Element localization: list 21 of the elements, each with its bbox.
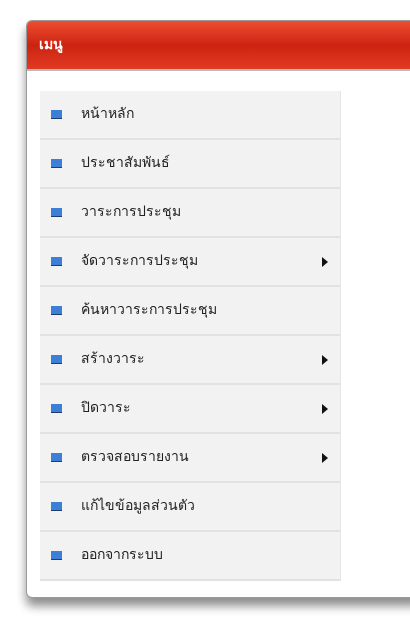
square-bullet-icon <box>51 355 62 364</box>
menu-item[interactable]: จัดวาระการประชุม <box>40 238 341 287</box>
square-bullet-icon <box>51 159 62 168</box>
menu-item[interactable]: แก้ไขข้อมูลส่วนตัว <box>40 483 341 532</box>
menu-item[interactable]: ปิดวาระ <box>40 385 341 434</box>
square-bullet-icon <box>51 110 62 119</box>
square-bullet-icon <box>51 404 62 413</box>
square-bullet-icon <box>51 257 62 266</box>
menu-item[interactable]: หน้าหลัก <box>40 91 341 140</box>
square-bullet-icon <box>51 208 62 217</box>
square-bullet-icon <box>51 551 62 560</box>
menu-item[interactable]: ค้นหาวาระการประชุม <box>40 287 341 336</box>
menu-item[interactable]: ประชาสัมพันธ์ <box>40 140 341 189</box>
menu-item[interactable]: สร้างวาระ <box>40 336 341 385</box>
square-bullet-icon <box>51 306 62 315</box>
menu-item[interactable]: ออกจากระบบ <box>40 532 341 581</box>
menu-title: เมนู <box>39 36 63 55</box>
square-bullet-icon <box>51 453 62 462</box>
menu-item[interactable]: วาระการประชุม <box>40 189 341 238</box>
menu-item[interactable]: ตรวจสอบรายงาน <box>40 434 341 483</box>
square-bullet-icon <box>51 502 62 511</box>
